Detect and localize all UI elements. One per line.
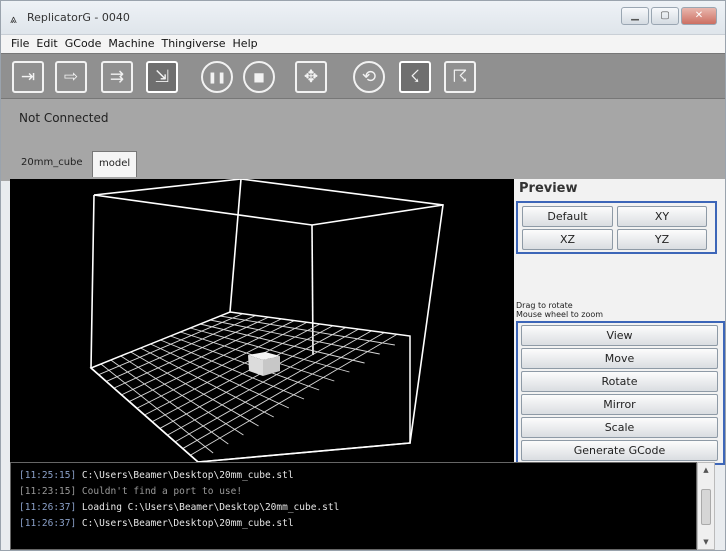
menu-file[interactable]: File bbox=[11, 35, 29, 53]
view-button[interactable]: View bbox=[521, 325, 718, 346]
model-actions-group: View Move Rotate Mirror Scale Generate G… bbox=[516, 321, 725, 465]
zoom-hint: Mouse wheel to zoom bbox=[516, 310, 604, 319]
menu-help[interactable]: Help bbox=[233, 35, 258, 53]
tab-model[interactable]: model bbox=[92, 151, 138, 177]
maximize-icon[interactable]: ▢ bbox=[651, 7, 679, 25]
scroll-up-icon[interactable]: ▲ bbox=[698, 463, 714, 477]
build-volume-wireframe bbox=[89, 179, 444, 462]
connection-status: Not Connected bbox=[19, 111, 109, 125]
preview-side-panel: Preview Default XY XZ YZ Drag to rotate … bbox=[514, 179, 725, 465]
minimize-icon[interactable]: ▁ bbox=[621, 7, 649, 25]
menu-gcode[interactable]: GCode bbox=[65, 35, 102, 53]
build-to-file-icon[interactable]: ⇉ bbox=[101, 61, 133, 93]
log-line: [11:25:15] C:\Users\Beamer\Desktop\20mm_… bbox=[19, 470, 294, 481]
stop-icon[interactable]: ■ bbox=[243, 61, 275, 93]
console-log[interactable]: [11:25:15] C:\Users\Beamer\Desktop\20mm_… bbox=[10, 462, 697, 550]
generate-gcode-icon[interactable]: ☇ bbox=[399, 61, 431, 93]
scroll-thumb[interactable] bbox=[701, 489, 711, 525]
preview-title: Preview bbox=[519, 181, 578, 196]
reset-icon[interactable]: ⟲ bbox=[353, 61, 385, 93]
view-default-button[interactable]: Default bbox=[522, 206, 613, 227]
mirror-button[interactable]: Mirror bbox=[521, 394, 718, 415]
view-xy-button[interactable]: XY bbox=[617, 206, 707, 227]
close-icon[interactable]: ✕ bbox=[681, 7, 717, 25]
menu-machine[interactable]: Machine bbox=[108, 35, 154, 53]
control-panel-icon[interactable]: ✥ bbox=[295, 61, 327, 93]
log-line: [11:23:15] Couldn't find a port to use! bbox=[19, 486, 243, 497]
pause-icon[interactable]: ❚❚ bbox=[201, 61, 233, 93]
disconnect-icon[interactable]: ☈ bbox=[444, 61, 476, 93]
window-title: ReplicatorG - 0040 bbox=[27, 11, 130, 24]
console-scrollbar[interactable]: ▲ ▼ bbox=[697, 462, 715, 550]
scale-button[interactable]: Scale bbox=[521, 417, 718, 438]
log-line: [11:26:37] C:\Users\Beamer\Desktop\20mm_… bbox=[19, 518, 294, 529]
replicatorg-logo-icon: ⩓ bbox=[10, 12, 17, 26]
rotate-button[interactable]: Rotate bbox=[521, 371, 718, 392]
menu-thingiverse[interactable]: Thingiverse bbox=[161, 35, 225, 53]
view-xz-button[interactable]: XZ bbox=[522, 229, 613, 250]
preview-view-group: Default XY XZ YZ bbox=[516, 201, 717, 254]
model-cube[interactable] bbox=[248, 352, 280, 376]
menu-edit[interactable]: Edit bbox=[36, 35, 57, 53]
tab-20mm-cube[interactable]: 20mm_cube bbox=[15, 151, 89, 177]
machine-status-panel: Not Connected 20mm_cube model bbox=[1, 99, 725, 181]
move-button[interactable]: Move bbox=[521, 348, 718, 369]
log-line: [11:26:37] Loading C:\Users\Beamer\Deskt… bbox=[19, 502, 340, 513]
connect-icon[interactable]: ⇥ bbox=[12, 61, 44, 93]
toolbar: ⇥ ⇨ ⇉ ⇲ ❚❚ ■ ✥ ⟲ ☇ ☈ bbox=[1, 53, 725, 99]
menu-bar: File Edit GCode Machine Thingiverse Help bbox=[1, 35, 725, 53]
title-bar: ⩓ ReplicatorG - 0040 ▁ ▢ ✕ bbox=[1, 1, 725, 35]
rotate-hint: Drag to rotate bbox=[516, 301, 573, 310]
scroll-down-icon[interactable]: ▼ bbox=[698, 535, 714, 549]
build-icon[interactable]: ⇨ bbox=[55, 61, 87, 93]
3d-preview-viewport[interactable] bbox=[10, 179, 514, 462]
view-yz-button[interactable]: YZ bbox=[617, 229, 707, 250]
upload-icon[interactable]: ⇲ bbox=[146, 61, 178, 93]
replicatorg-window: ⩓ ReplicatorG - 0040 ▁ ▢ ✕ File Edit GCo… bbox=[0, 0, 726, 551]
generate-gcode-button[interactable]: Generate GCode bbox=[521, 440, 718, 461]
window-controls: ▁ ▢ ✕ bbox=[621, 7, 717, 25]
